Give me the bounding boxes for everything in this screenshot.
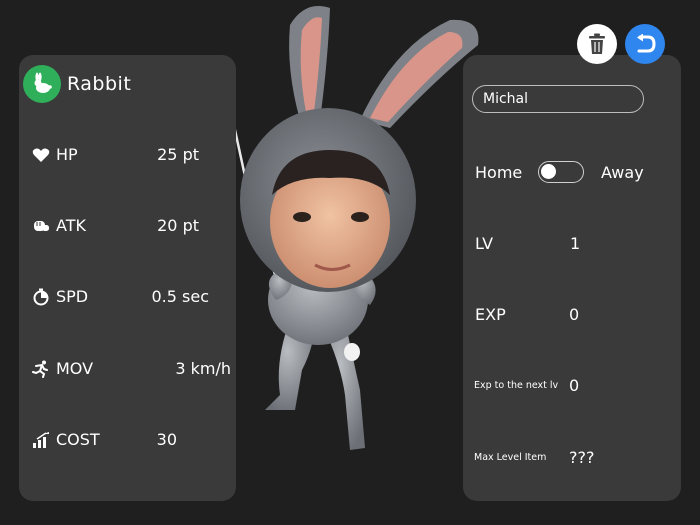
stat-value: 0.5 sec <box>151 287 209 306</box>
heart-icon <box>32 148 50 162</box>
stat-value: 25 pt <box>157 145 199 164</box>
character-stats-panel: Rabbit HP 25 pt ATK 20 pt SPD 0.5 sec MO… <box>19 55 236 501</box>
stat-row-mov: MOV 3 km/h <box>32 358 232 382</box>
character-header: Rabbit <box>23 65 131 103</box>
stat-row-spd: SPD 0.5 sec <box>32 286 232 310</box>
stat-row-cost: COST 30 <box>32 429 232 453</box>
bar-chart-icon <box>33 432 49 448</box>
max-level-item-value: ??? <box>569 448 595 467</box>
max-level-item-label: Max Level Item <box>474 452 547 463</box>
exp-label: EXP <box>475 305 506 324</box>
stat-label: ATK <box>56 216 86 235</box>
stat-label: MOV <box>56 359 94 378</box>
next-level-value: 0 <box>569 376 580 395</box>
lv-label: LV <box>475 234 494 253</box>
stat-value: 30 <box>156 430 177 449</box>
stat-label: SPD <box>56 287 89 306</box>
rabbit-icon <box>23 65 61 103</box>
delete-button[interactable] <box>577 24 617 64</box>
stat-row-atk: ATK 20 pt <box>32 215 232 239</box>
toggle-knob <box>541 164 556 179</box>
stat-value: 20 pt <box>157 216 199 235</box>
stopwatch-icon <box>33 288 49 306</box>
toggle-home-label: Home <box>475 163 523 182</box>
trash-icon <box>589 33 605 54</box>
toggle-away-label: Away <box>601 163 644 182</box>
stat-label: HP <box>56 145 78 164</box>
home-away-toggle[interactable] <box>538 161 584 183</box>
player-name-field[interactable] <box>472 85 644 113</box>
character-figure <box>226 6 479 450</box>
fist-icon <box>34 221 49 231</box>
lv-value: 1 <box>570 234 581 253</box>
back-button[interactable] <box>625 24 665 64</box>
exp-value: 0 <box>569 305 580 324</box>
stat-row-hp: HP 25 pt <box>32 144 232 168</box>
character-name: Rabbit <box>67 73 132 95</box>
back-arrow-icon <box>637 34 656 53</box>
stat-value: 3 km/h <box>175 359 231 378</box>
stat-label: COST <box>56 430 100 449</box>
player-info-panel: Home Away LV 1 EXP 0 Exp to the next lv … <box>463 55 681 501</box>
running-icon <box>32 360 48 378</box>
next-level-label: Exp to the next lv <box>474 380 559 391</box>
